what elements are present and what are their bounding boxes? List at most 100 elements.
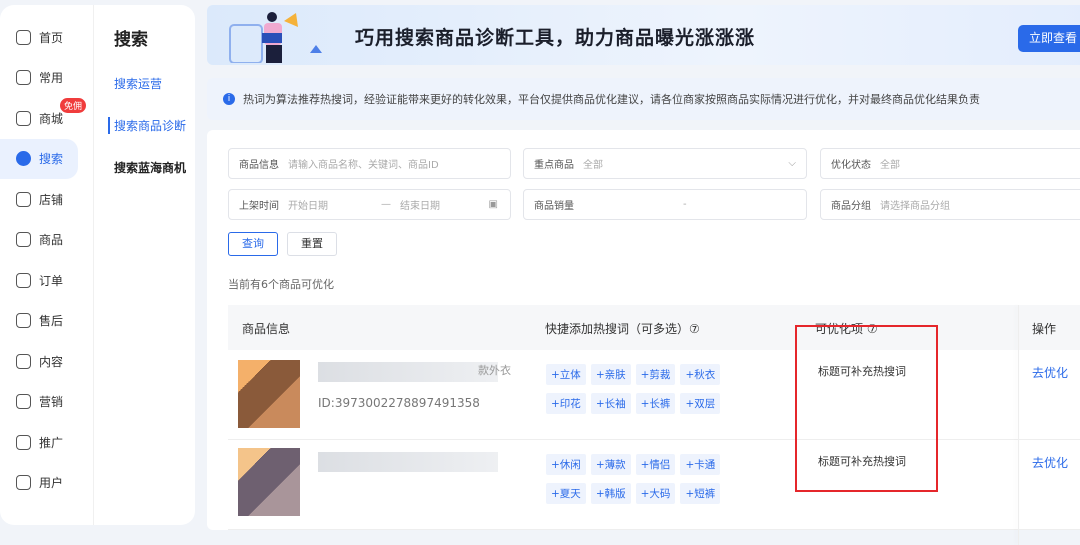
nav-icon — [16, 313, 31, 329]
banner-title: 巧用搜索商品诊断工具，助力商品曝光涨涨涨 — [355, 27, 756, 49]
column-divider — [1018, 305, 1019, 545]
hot-word-tag[interactable]: +大码 — [635, 483, 676, 504]
field-label: 上架时间 — [239, 201, 279, 212]
nav-item[interactable]: 售后 — [0, 301, 90, 342]
field-placeholder: 请选择商品分组 — [880, 201, 950, 212]
field-placeholder: 请输入商品名称、关键词、商品ID — [288, 160, 439, 171]
hot-word-tag[interactable]: +短裤 — [680, 483, 721, 504]
nav-item[interactable]: 商品 — [0, 220, 90, 261]
product-image — [238, 360, 300, 428]
product-id: ID:3973002278897491358 — [318, 396, 480, 410]
hot-word-tag[interactable]: +剪裁 — [635, 364, 676, 385]
table-row: 款外衣 ID:3973002278897491358 +立体 +亲肤 +剪裁 +秋衣 +… — [228, 350, 1080, 440]
hot-word-tags: +休闲 +薄款 +情侣 +卡通 +夏天 +韩版 +大码 +短裤 — [546, 454, 721, 504]
product-title-blurred — [318, 362, 498, 382]
main-nav: 首页常用商城 免佣搜索店铺商品订单售后内容营销推广用户 — [0, 17, 90, 503]
hot-word-tag[interactable]: +亲肤 — [590, 364, 631, 385]
hot-word-tags: +立体 +亲肤 +剪裁 +秋衣 +印花 +长袖 +长裤 +双层 — [546, 364, 721, 414]
hot-word-tag[interactable]: +秋衣 — [680, 364, 721, 385]
start-date: 开始日期 — [288, 201, 328, 212]
subnav-item-blue-ocean[interactable]: 搜索蓝海商机 — [114, 159, 195, 176]
col-product-info: 商品信息 — [242, 322, 291, 336]
key-product-select[interactable]: 重点商品 全部 ⌵ — [523, 148, 807, 179]
subnav-item-search-ops[interactable]: 搜索运营 — [114, 75, 195, 92]
nav-label: 售后 — [39, 314, 64, 329]
nav-icon — [16, 475, 31, 491]
opt-status-select[interactable]: 优化状态 全部 — [820, 148, 1080, 179]
nav-icon — [16, 394, 31, 410]
nav-label: 商城 — [39, 111, 64, 126]
hot-word-tag[interactable]: +印花 — [546, 393, 586, 414]
field-value: 全部 — [880, 160, 900, 171]
nav-icon — [16, 434, 31, 450]
product-title-blurred — [318, 452, 498, 472]
calendar-icon: ▣ — [488, 199, 498, 210]
product-title-tail: 款外衣 — [478, 364, 511, 377]
table-header: 商品信息 快捷添加热搜词（可多选）⑦ 可优化项 ⑦ 操作 — [228, 305, 1080, 350]
nav-item[interactable]: 常用 — [0, 58, 90, 99]
main-content: 商品信息 请输入商品名称、关键词、商品ID 重点商品 全部 ⌵ 优化状态 全部 … — [207, 130, 1080, 545]
subnav-item-product-diagnosis[interactable]: 搜索商品诊断 — [108, 117, 195, 134]
banner-illustration-icon — [229, 12, 322, 63]
nav-label: 商品 — [39, 233, 64, 248]
nav-label: 常用 — [39, 71, 64, 86]
nav-icon — [16, 70, 31, 86]
end-date: 结束日期 — [400, 201, 440, 212]
nav-label: 内容 — [39, 354, 64, 369]
view-now-button[interactable]: 立即查看 — [1018, 25, 1080, 52]
nav-item[interactable]: 用户 — [0, 463, 90, 504]
nav-icon — [16, 29, 31, 45]
info-icon: i — [223, 93, 235, 105]
hot-word-tag[interactable]: +情侣 — [635, 454, 676, 475]
nav-item[interactable]: 店铺 — [0, 179, 90, 220]
list-time-range[interactable]: 上架时间 开始日期 — 结束日期 ▣ — [228, 189, 511, 220]
nav-label: 推广 — [39, 435, 64, 450]
notice-text: 热词为算法推荐热搜词，经验证能带来更好的转化效果，平台仅提供商品优化建议，请各位… — [243, 93, 980, 106]
field-label: 商品分组 — [831, 201, 871, 212]
optimize-link[interactable]: 去优化 — [1032, 364, 1068, 381]
field-value: 全部 — [583, 160, 603, 171]
date-sep: — — [381, 199, 391, 210]
query-button[interactable]: 查询 — [228, 232, 278, 256]
nav-item[interactable]: 商城 免佣 — [0, 98, 90, 139]
nav-icon — [16, 110, 31, 126]
nav-item[interactable]: 营销 — [0, 382, 90, 423]
nav-badge: 免佣 — [60, 98, 87, 113]
nav-item[interactable]: 订单 — [0, 260, 90, 301]
field-label: 优化状态 — [831, 160, 871, 171]
table-row: +休闲 +薄款 +情侣 +卡通 +夏天 +韩版 +大码 +短裤 标题可补充热搜词 去优化 — [228, 440, 1080, 530]
hot-word-tag[interactable]: +双层 — [680, 393, 721, 414]
field-label: 商品销量 — [534, 201, 574, 212]
sub-nav: 搜索 搜索运营 搜索商品诊断 搜索蓝海商机 — [93, 5, 195, 525]
hot-word-tag[interactable]: +夏天 — [546, 483, 586, 504]
nav-icon — [16, 151, 31, 167]
hot-word-tag[interactable]: +长袖 — [590, 393, 631, 414]
nav-item[interactable]: 推广 — [0, 422, 90, 463]
optimize-link[interactable]: 去优化 — [1032, 454, 1068, 471]
reset-button[interactable]: 重置 — [287, 232, 337, 256]
col-hot-words: 快捷添加热搜词（可多选）⑦ — [545, 322, 700, 336]
col-action: 操作 — [1032, 322, 1057, 336]
hot-word-tag[interactable]: +休闲 — [546, 454, 586, 475]
subnav-title: 搜索 — [114, 30, 148, 50]
category-select[interactable]: 商品分组 请选择商品分组 — [820, 189, 1080, 220]
sales-range[interactable]: 商品销量 - — [523, 189, 807, 220]
range-sep: - — [683, 199, 687, 210]
count-text: 当前有6个商品可优化 — [228, 278, 334, 291]
hot-word-tag[interactable]: +韩版 — [590, 483, 631, 504]
hot-word-tag[interactable]: +薄款 — [590, 454, 631, 475]
nav-item[interactable]: 搜索 — [0, 138, 78, 179]
notice-bar: i 热词为算法推荐热搜词，经验证能带来更好的转化效果，平台仅提供商品优化建议，请… — [207, 78, 1080, 120]
nav-icon — [16, 191, 31, 207]
nav-item[interactable]: 内容 — [0, 341, 90, 382]
hot-word-tag[interactable]: +长裤 — [635, 393, 676, 414]
hot-word-tag[interactable]: +卡通 — [680, 454, 721, 475]
hot-word-tag[interactable]: +立体 — [546, 364, 586, 385]
product-info-input[interactable]: 商品信息 请输入商品名称、关键词、商品ID — [228, 148, 511, 179]
nav-item[interactable]: 首页 — [0, 17, 90, 58]
nav-label: 搜索 — [39, 152, 64, 167]
field-label: 重点商品 — [534, 160, 574, 171]
chevron-down-icon: ⌵ — [788, 158, 796, 169]
nav-icon — [16, 272, 31, 288]
nav-label: 店铺 — [39, 192, 64, 207]
